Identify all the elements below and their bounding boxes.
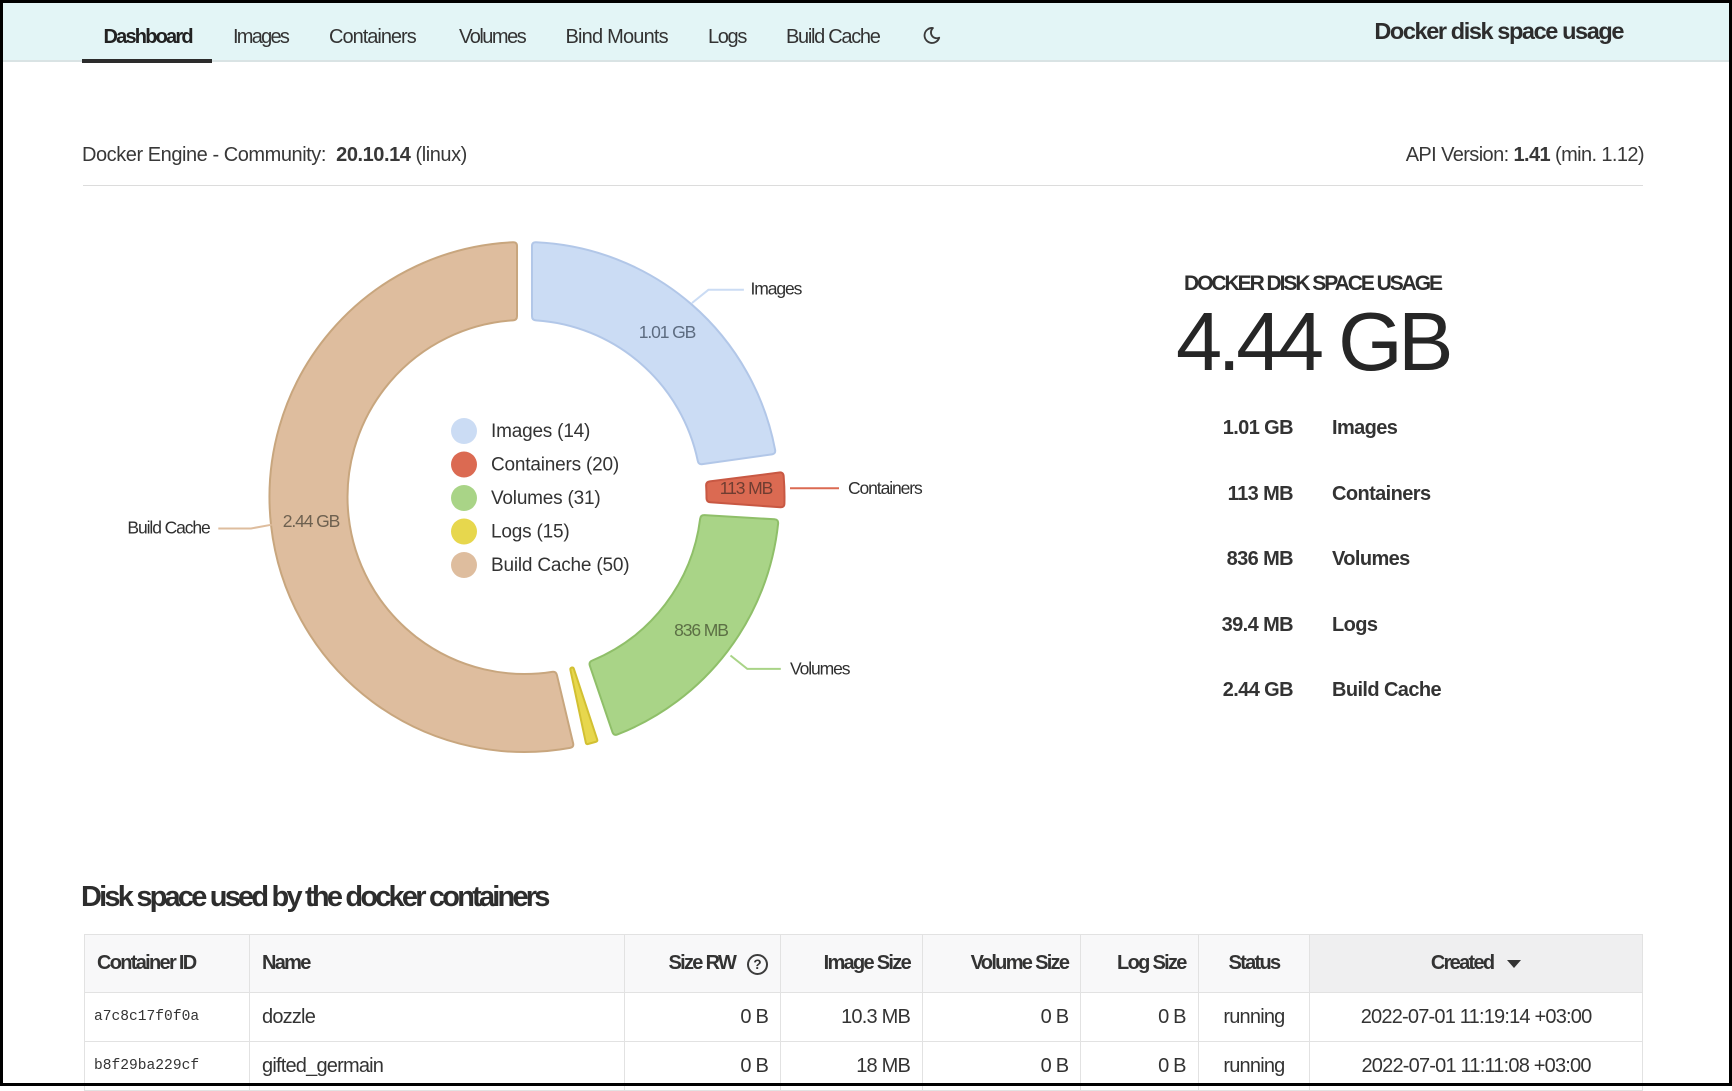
svg-text:Volumes (31): Volumes (31): [491, 488, 601, 509]
svg-text:113 MB: 113 MB: [720, 478, 773, 498]
svg-text:2.44 GB: 2.44 GB: [283, 511, 340, 531]
svg-text:Images (14): Images (14): [491, 421, 590, 442]
svg-text:Containers: Containers: [848, 478, 923, 498]
svg-text:Build Cache (50): Build Cache (50): [491, 555, 629, 576]
svg-text:1.01 GB: 1.01 GB: [639, 322, 696, 342]
svg-text:Images: Images: [751, 279, 803, 299]
svg-text:Build Cache: Build Cache: [127, 518, 210, 538]
svg-text:Logs (15): Logs (15): [491, 522, 569, 543]
svg-text:Volumes: Volumes: [790, 659, 851, 679]
svg-text:Containers (20): Containers (20): [491, 455, 619, 476]
svg-text:836 MB: 836 MB: [674, 620, 728, 640]
